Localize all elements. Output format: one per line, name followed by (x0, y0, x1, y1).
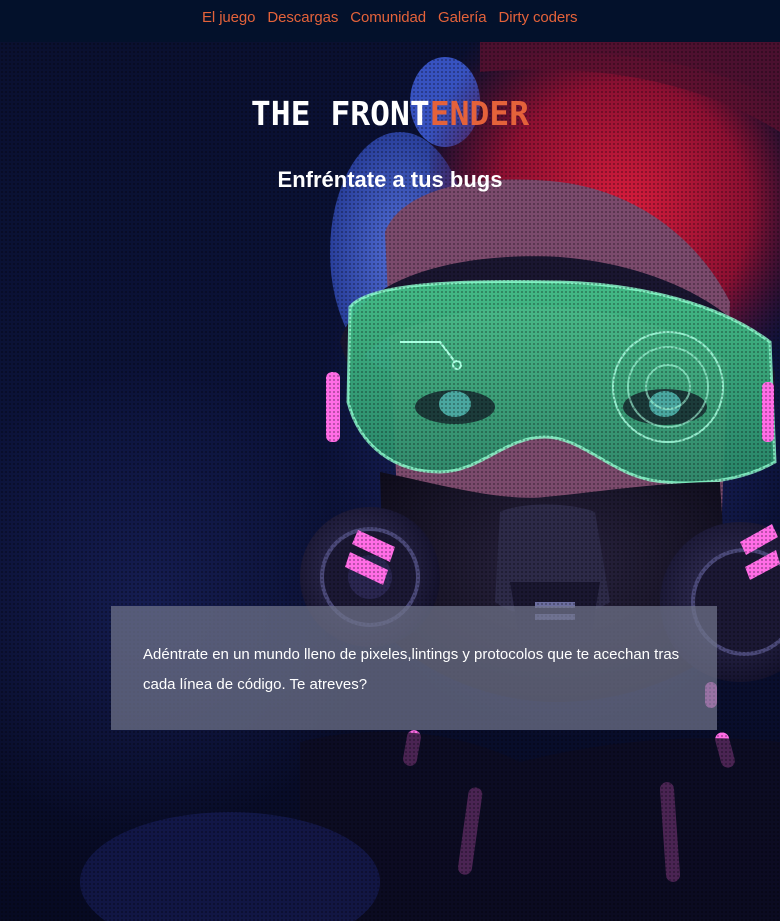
hero-section: THE FRONTENDER Enfréntate a tus bugs Adé… (0, 42, 780, 921)
top-nav: El juego Descargas Comunidad Galería Dir… (0, 0, 780, 42)
nav-item: Descargas (267, 7, 338, 28)
nav-link-comunidad[interactable]: Comunidad (350, 9, 426, 26)
nav-item: Galería (438, 7, 487, 28)
nav-link-descargas[interactable]: Descargas (267, 9, 338, 26)
intro-card: Adéntrate en un mundo lleno de pixeles,l… (111, 606, 717, 730)
nav-link-dirty-coders[interactable]: Dirty coders (499, 9, 578, 26)
nav-link-galeria[interactable]: Galería (438, 9, 487, 26)
nav-list: El juego Descargas Comunidad Galería Dir… (196, 7, 583, 28)
nav-item: Dirty coders (499, 7, 578, 28)
logo-part-the-front: THE FRONT (250, 94, 430, 133)
logo-part-ender: ENDER (429, 94, 530, 133)
game-logo: THE FRONTENDER (0, 94, 780, 133)
hero-tagline: Enfréntate a tus bugs (277, 167, 503, 192)
nav-item: Comunidad (350, 7, 426, 28)
nav-item: El juego (202, 7, 256, 28)
intro-text: Adéntrate en un mundo lleno de pixeles,l… (143, 646, 680, 693)
nav-link-el-juego[interactable]: El juego (202, 9, 256, 26)
